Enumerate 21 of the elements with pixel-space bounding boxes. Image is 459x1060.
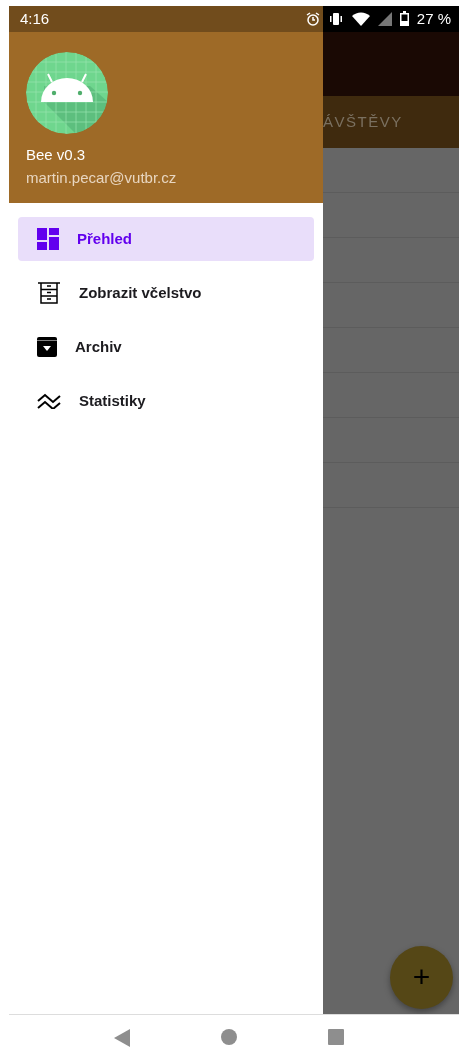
user-email: martin.pecar@vutbr.cz bbox=[26, 168, 178, 186]
drawers-icon bbox=[37, 280, 61, 305]
app-name: Bee v0.3 bbox=[26, 145, 87, 163]
battery-level: 27 % bbox=[416, 10, 451, 28]
clock-time: 4:16 bbox=[20, 10, 51, 28]
android-logo-icon bbox=[26, 51, 108, 134]
alarm-icon bbox=[305, 11, 320, 26]
drawer-item[interactable]: Archiv bbox=[18, 324, 314, 369]
drawer-item[interactable]: Statistiky bbox=[18, 378, 314, 423]
trending-icon bbox=[37, 392, 61, 409]
battery-icon bbox=[399, 11, 409, 27]
wifi-icon bbox=[351, 11, 370, 26]
dashboard-icon bbox=[37, 227, 59, 250]
recents-icon bbox=[327, 1029, 344, 1046]
signal-icon bbox=[377, 11, 392, 26]
archive-icon bbox=[37, 336, 57, 357]
back-icon bbox=[114, 1029, 131, 1048]
drawer-item[interactable]: Zobrazit včelstvo bbox=[18, 270, 314, 315]
home-icon bbox=[221, 1029, 237, 1046]
drawer-item[interactable]: Přehled bbox=[18, 216, 314, 261]
vibrate-icon bbox=[327, 12, 344, 25]
